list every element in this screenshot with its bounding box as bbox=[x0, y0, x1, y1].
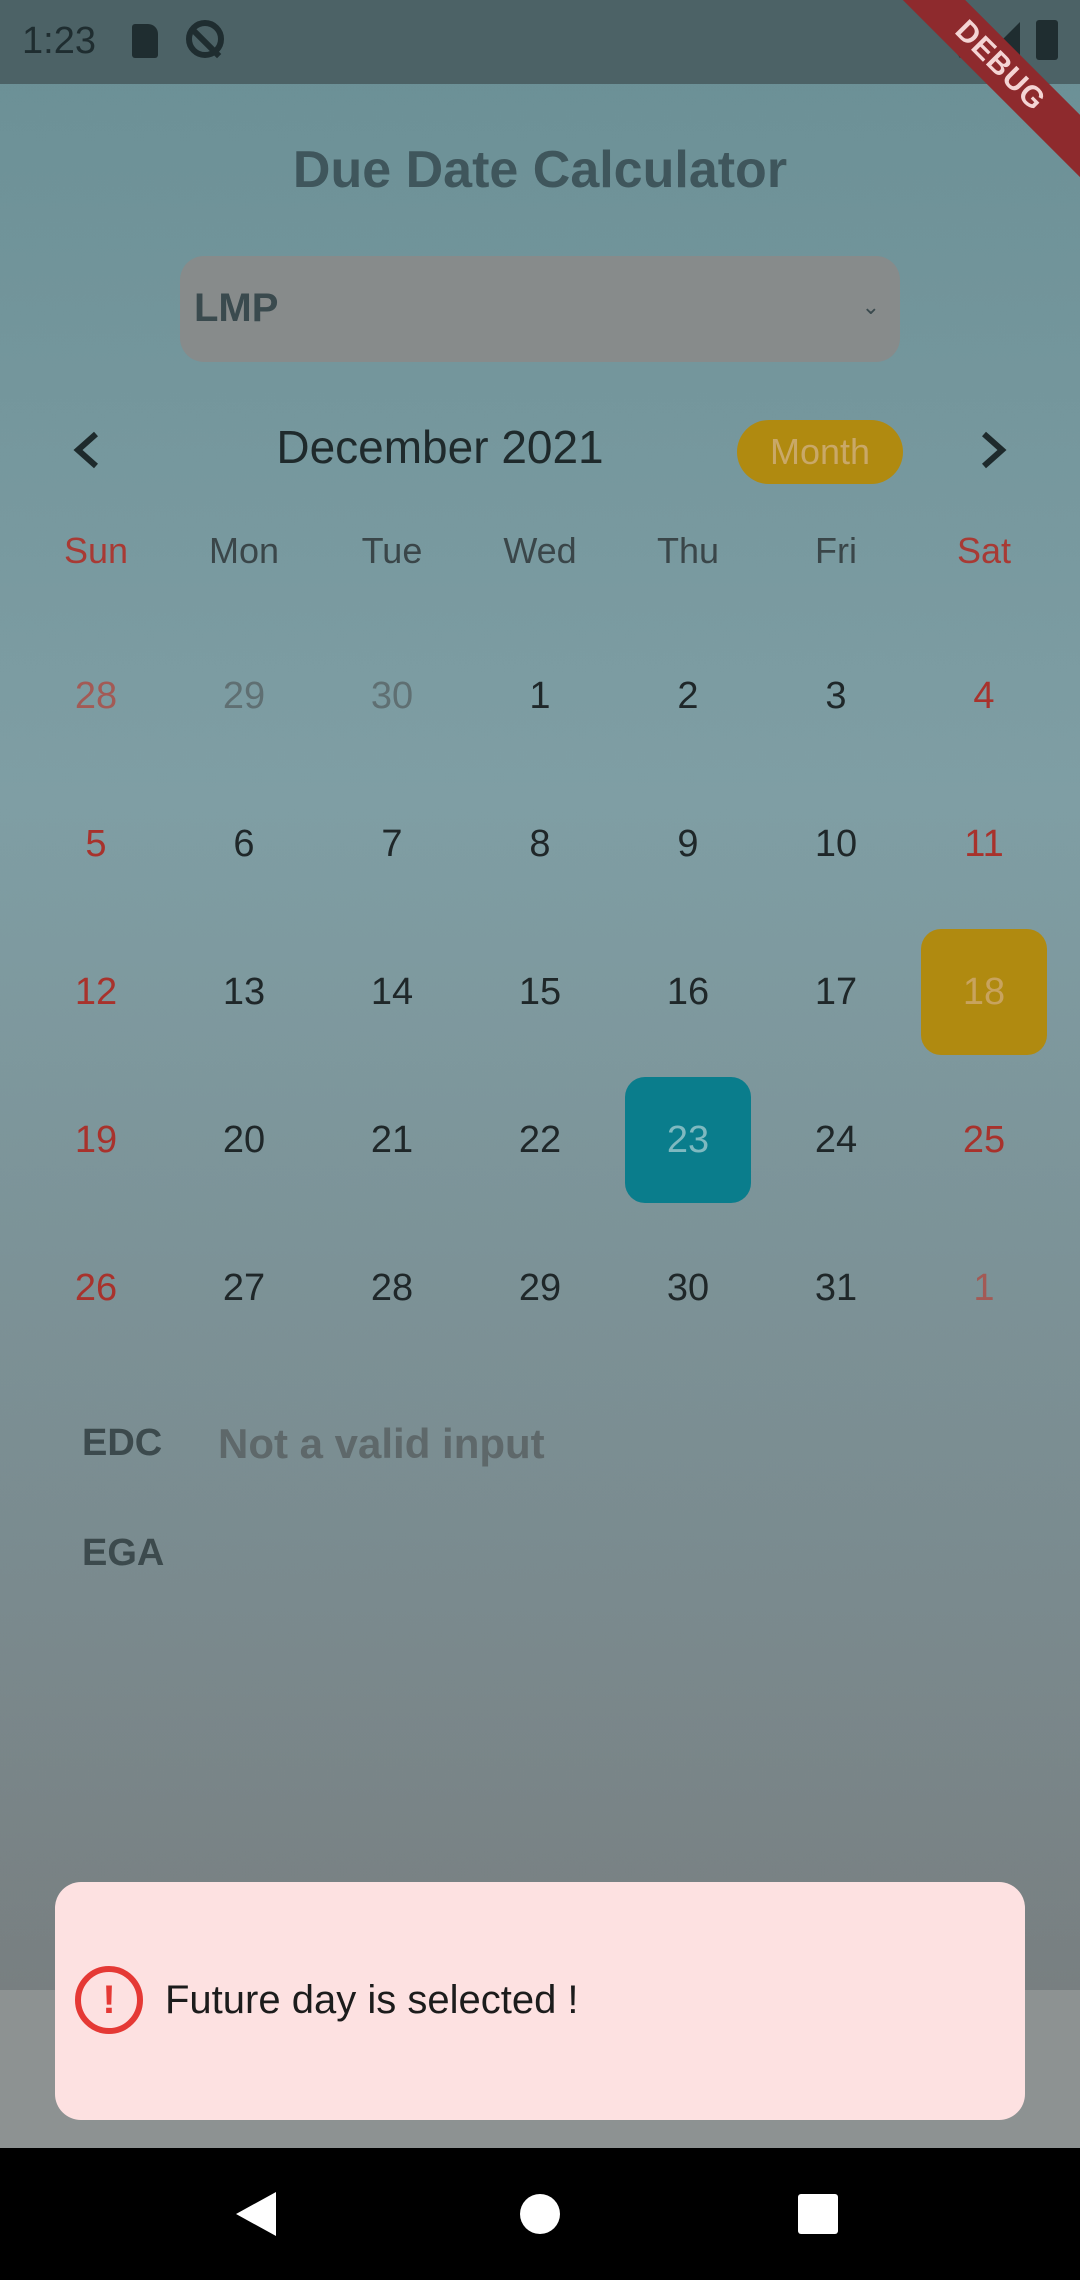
weekday-label: Thu bbox=[656, 530, 720, 571]
calendar-day[interactable]: 10 bbox=[762, 770, 910, 918]
sd-card-icon bbox=[132, 24, 158, 58]
previous-month-button[interactable] bbox=[58, 420, 118, 480]
calendar-day[interactable]: 2 bbox=[614, 622, 762, 770]
calendar-day[interactable]: 27 bbox=[170, 1214, 318, 1362]
dropdown-value: LMP bbox=[194, 286, 279, 330]
weekday-label: Wed bbox=[503, 530, 577, 571]
page-title: Due Date Calculator bbox=[292, 141, 788, 199]
calendar-day[interactable]: 14 bbox=[318, 918, 466, 1066]
calendar-day[interactable]: 15 bbox=[466, 918, 614, 1066]
calendar-day[interactable]: 31 bbox=[762, 1214, 910, 1362]
calendar-day[interactable]: 6 bbox=[170, 770, 318, 918]
calendar-day[interactable]: 5 bbox=[22, 770, 170, 918]
calendar-day[interactable]: 30 bbox=[318, 622, 466, 770]
weekday-label: Sat bbox=[956, 530, 1012, 571]
calendar-day[interactable]: 4 bbox=[910, 622, 1058, 770]
calendar-day[interactable]: 11 bbox=[910, 770, 1058, 918]
calendar-day[interactable]: 28 bbox=[318, 1214, 466, 1362]
calendar-day[interactable]: 25 bbox=[910, 1066, 1058, 1214]
calendar-day-selected[interactable]: 18 bbox=[910, 918, 1058, 1066]
calendar-day[interactable]: 1 bbox=[466, 622, 614, 770]
system-nav-bar bbox=[0, 2148, 1080, 2280]
calendar-day[interactable]: 12 bbox=[22, 918, 170, 1066]
calendar-day[interactable]: 7 bbox=[318, 770, 466, 918]
error-snackbar: ! Future day is selected ! bbox=[55, 1882, 1025, 2120]
weekday-label: Mon bbox=[208, 530, 280, 571]
data-saver-icon bbox=[186, 20, 224, 58]
chevron-left-icon bbox=[73, 431, 98, 469]
calendar-day[interactable]: 29 bbox=[466, 1214, 614, 1362]
calendar-day[interactable]: 28 bbox=[22, 622, 170, 770]
edc-value: Not a valid input bbox=[218, 1420, 545, 1467]
calendar-day[interactable]: 21 bbox=[318, 1066, 466, 1214]
weekday-label: Sun bbox=[63, 530, 129, 571]
weekday-label: Fri bbox=[815, 530, 857, 571]
calendar-day[interactable]: 16 bbox=[614, 918, 762, 1066]
edc-label: EDC bbox=[82, 1422, 163, 1464]
status-time: 1:23 bbox=[22, 20, 96, 62]
calendar-day[interactable]: 26 bbox=[22, 1214, 170, 1362]
calendar-day[interactable]: 30 bbox=[614, 1214, 762, 1362]
calendar-grid: Sun Mon Tue Wed Thu Fri Sat 28 29 30 1 2… bbox=[22, 530, 1058, 1362]
calendar-day[interactable]: 8 bbox=[466, 770, 614, 918]
chevron-down-icon: ⌄ bbox=[861, 294, 880, 319]
recents-icon[interactable] bbox=[798, 2194, 838, 2234]
chevron-right-icon bbox=[982, 431, 1007, 469]
view-mode-button[interactable]: Month bbox=[737, 420, 903, 484]
calendar-days: 28 29 30 1 2 3 4 5 6 7 8 9 10 11 12 13 1… bbox=[22, 622, 1058, 1362]
calendar-day[interactable]: 3 bbox=[762, 622, 910, 770]
calendar-day[interactable]: 17 bbox=[762, 918, 910, 1066]
calendar-day[interactable]: 20 bbox=[170, 1066, 318, 1214]
calendar-day[interactable]: 22 bbox=[466, 1066, 614, 1214]
calendar-day[interactable]: 19 bbox=[22, 1066, 170, 1214]
weekday-label: Tue bbox=[361, 530, 423, 571]
back-icon[interactable] bbox=[236, 2192, 276, 2236]
calendar-day[interactable]: 13 bbox=[170, 918, 318, 1066]
calendar-day-today[interactable]: 23 bbox=[614, 1066, 762, 1214]
error-icon: ! bbox=[75, 1966, 143, 2034]
weekday-header: Sun Mon Tue Wed Thu Fri Sat bbox=[22, 530, 1058, 594]
snackbar-message: Future day is selected ! bbox=[165, 1978, 579, 2022]
calendar-day[interactable]: 29 bbox=[170, 622, 318, 770]
calendar-day[interactable]: 9 bbox=[614, 770, 762, 918]
method-dropdown[interactable]: LMP ⌄ bbox=[180, 256, 900, 362]
next-month-button[interactable] bbox=[962, 420, 1022, 480]
battery-icon bbox=[1036, 20, 1058, 60]
calendar-day[interactable]: 24 bbox=[762, 1066, 910, 1214]
month-title[interactable]: December 2021 bbox=[240, 420, 640, 474]
calendar-day[interactable]: 1 bbox=[910, 1214, 1058, 1362]
ega-label: EGA bbox=[82, 1532, 165, 1574]
home-icon[interactable] bbox=[520, 2194, 560, 2234]
